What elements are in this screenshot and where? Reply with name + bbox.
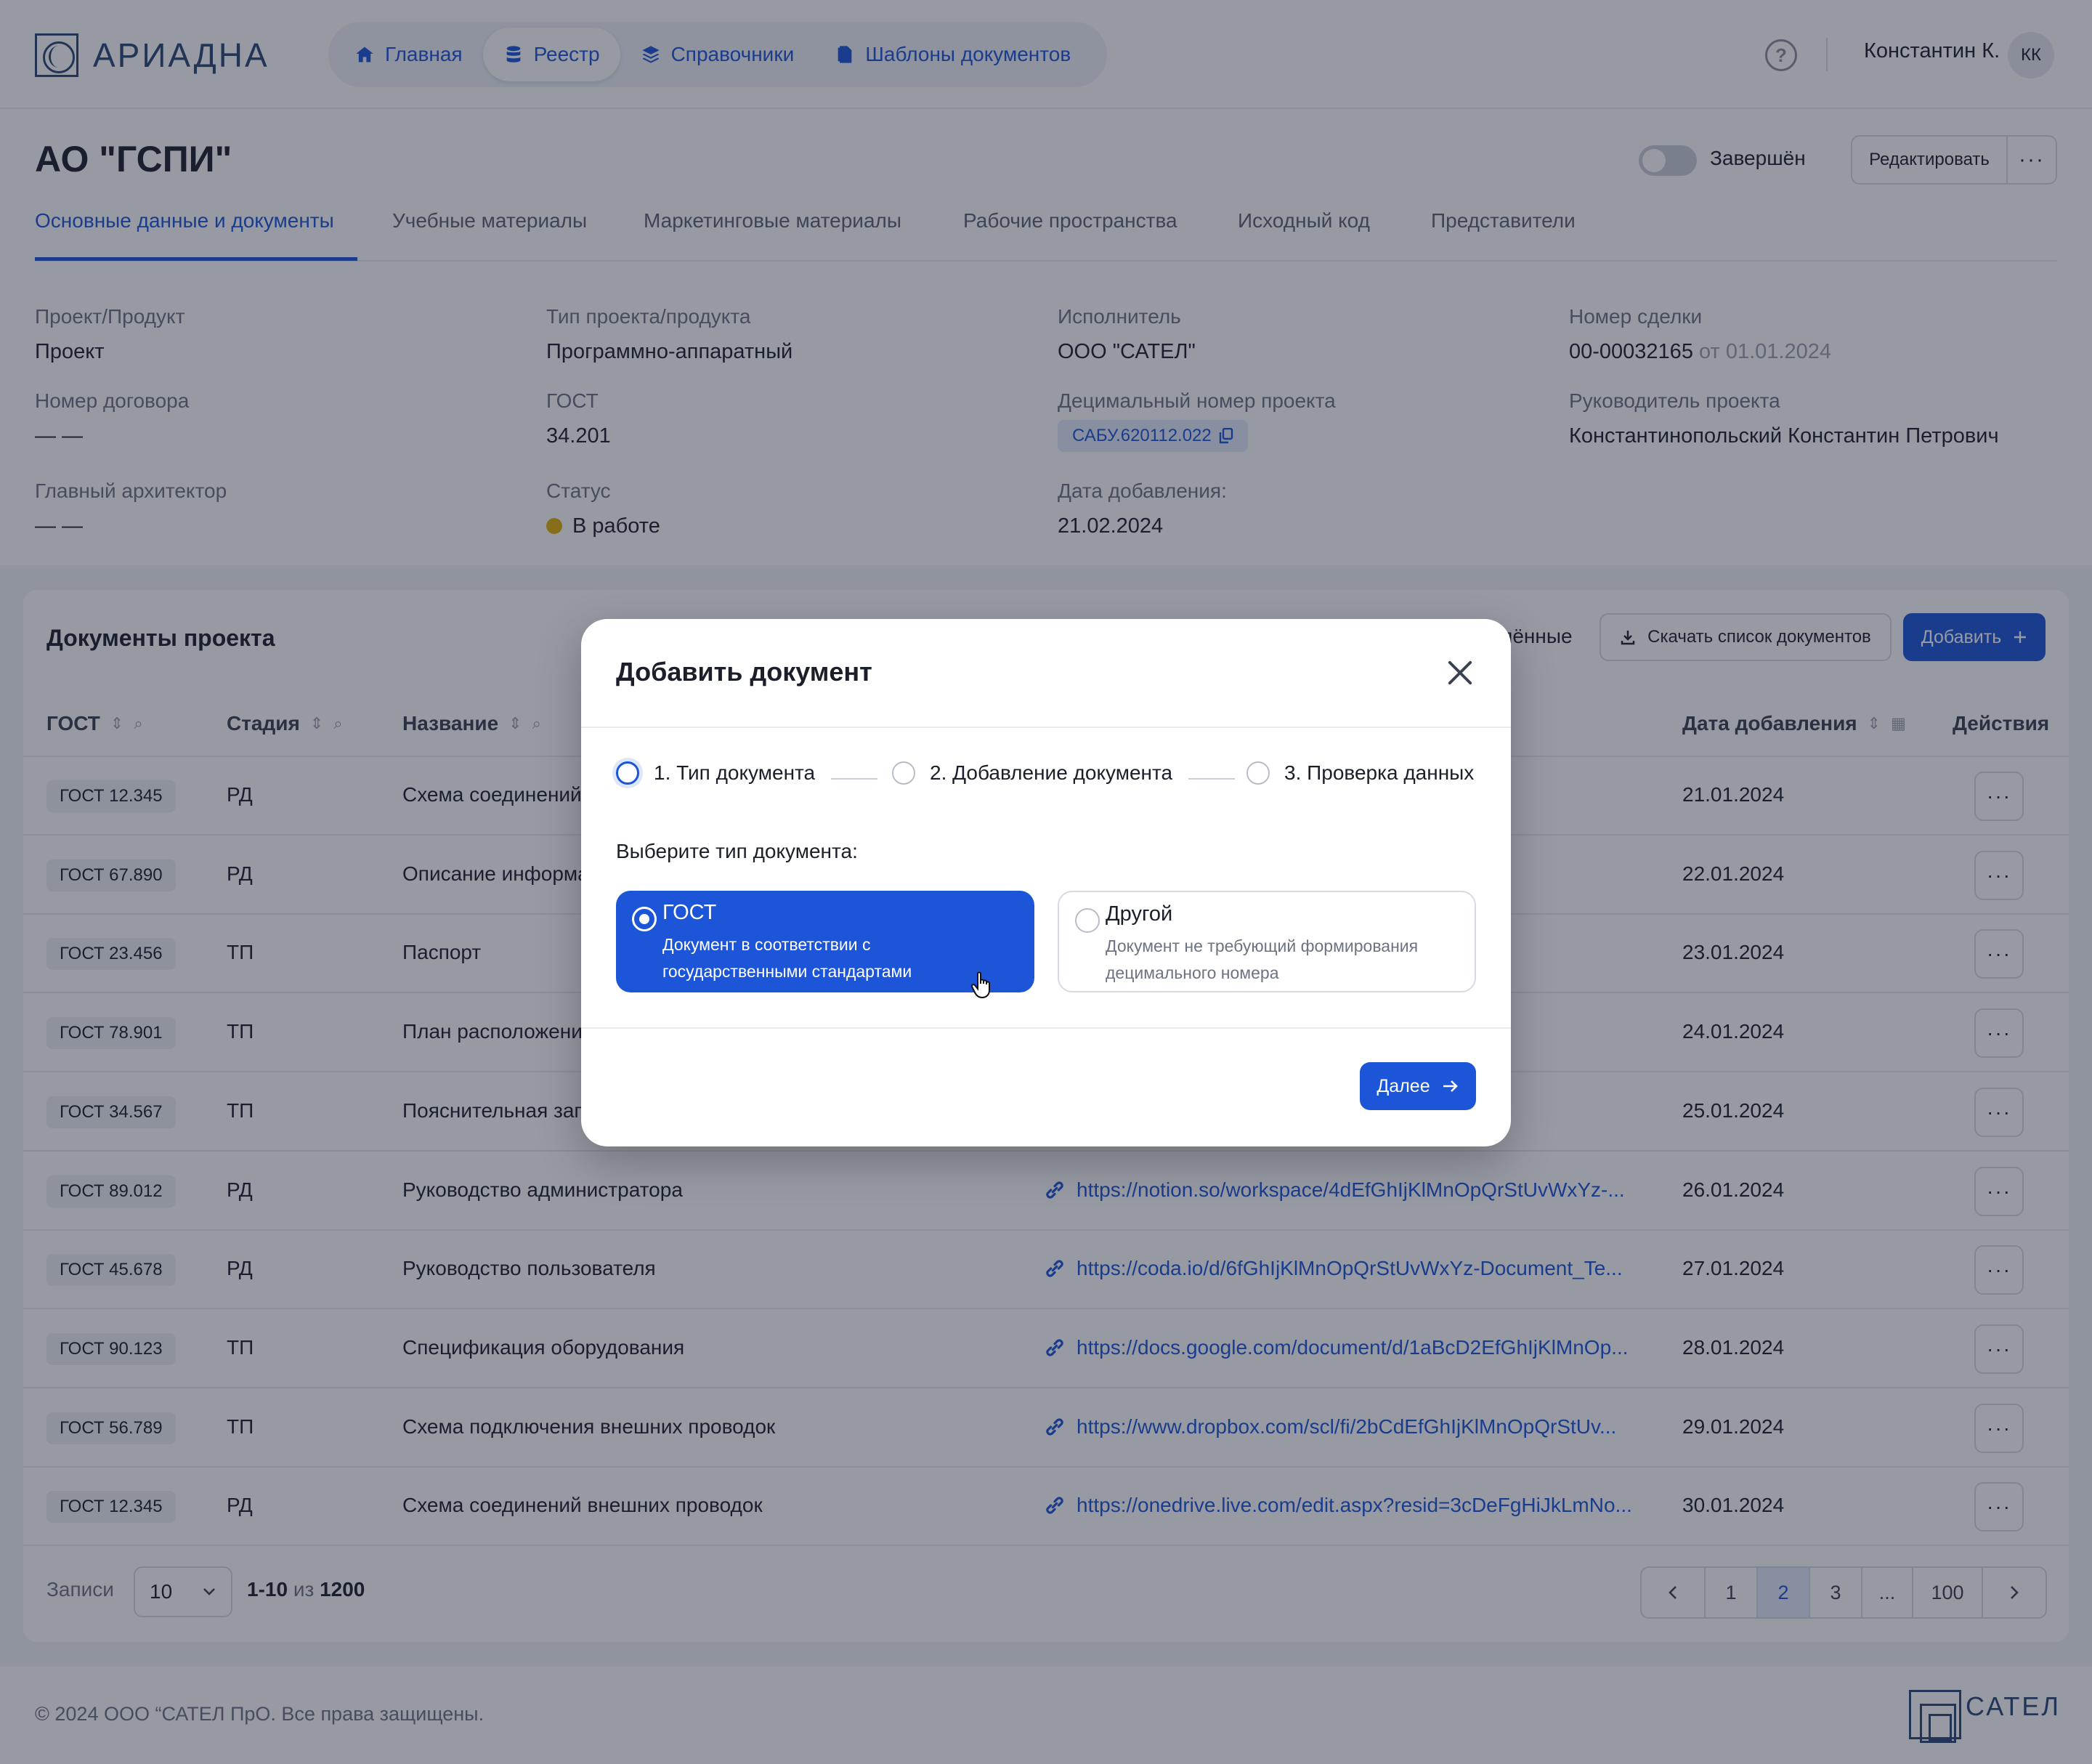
option-other[interactable]: Другой Документ не требующий формировани… [1058, 891, 1476, 992]
step-connector [831, 778, 877, 780]
add-document-modal: Добавить документ 1. Тип документа 2. До… [581, 619, 1511, 1146]
step-label: 1. Тип документа [654, 761, 816, 784]
modal-title: Добавить документ [616, 657, 872, 687]
arrow-right-icon [1443, 1080, 1458, 1092]
step-indicator [1246, 761, 1270, 785]
option-title: Другой [1106, 902, 1173, 926]
step-label: 3. Проверка данных [1284, 761, 1475, 784]
option-title: ГОСТ [662, 901, 717, 924]
step-label: 2. Добавление документа [930, 761, 1173, 784]
modal-divider [581, 1027, 1511, 1029]
radio-selected [632, 907, 657, 931]
step-3: 3. Проверка данных [1246, 761, 1474, 785]
step-indicator [892, 761, 915, 785]
option-description: Документ в соответствии с государственны… [662, 935, 912, 981]
next-button-label: Далее [1377, 1075, 1430, 1096]
modal-divider [581, 727, 1511, 728]
next-button[interactable]: Далее [1360, 1062, 1476, 1110]
stepper: 1. Тип документа 2. Добавление документа… [616, 761, 1476, 796]
document-type-prompt: Выберите тип документа: [616, 840, 858, 862]
hand-cursor-icon [970, 971, 990, 999]
step-1: 1. Тип документа [616, 761, 815, 785]
close-icon[interactable] [1444, 657, 1476, 689]
step-2: 2. Добавление документа [892, 761, 1172, 785]
step-connector [1188, 778, 1235, 780]
app-page: АРИАДНА Главная Реестр Справочники Шабло… [0, 0, 2092, 1764]
option-description: Документ не требующий формирования децим… [1106, 936, 1419, 982]
step-indicator-active [616, 761, 639, 785]
radio-unselected [1075, 908, 1100, 933]
